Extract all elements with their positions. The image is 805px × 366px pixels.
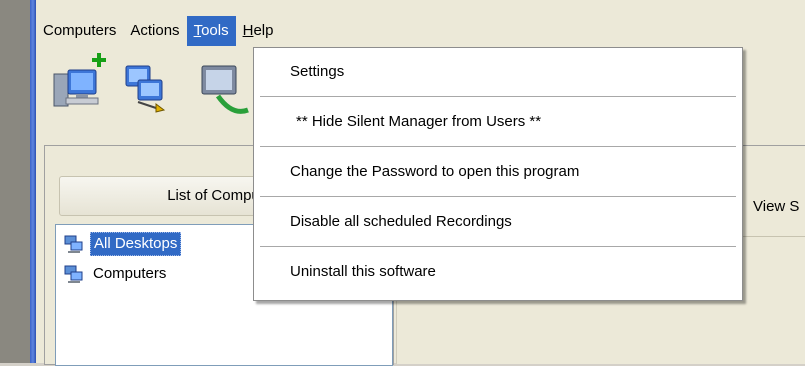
remote-computer-icon[interactable]: [188, 52, 252, 122]
computers-group-icon: [64, 265, 83, 283]
tools-dropdown-menu: Settings ** Hide Silent Manager from Use…: [253, 47, 743, 301]
menu-item-hide-silent-manager[interactable]: ** Hide Silent Manager from Users **: [254, 98, 742, 146]
network-computers-icon[interactable]: [118, 52, 182, 122]
menu-bar: Computers Actions Tools Help: [36, 16, 805, 46]
menu-actions[interactable]: Actions: [123, 16, 186, 46]
view-tab[interactable]: View S: [753, 198, 799, 215]
menu-help-accesskey: H: [242, 22, 254, 39]
menu-help[interactable]: Help: [236, 16, 281, 46]
computers-group-icon: [64, 235, 83, 253]
add-computer-icon[interactable]: [48, 52, 112, 122]
menu-tools-accesskey: T: [193, 22, 202, 39]
menu-item-uninstall[interactable]: Uninstall this software: [254, 248, 742, 296]
desktop-background-strip: [0, 0, 30, 363]
menu-help-label: elp: [253, 22, 274, 39]
tree-item-label: All Desktops: [90, 232, 182, 256]
tree-item-computers[interactable]: Computers: [64, 263, 169, 285]
tree-item-label: Computers: [93, 265, 167, 282]
menu-item-change-password[interactable]: Change the Password to open this program: [254, 148, 742, 196]
menu-computers[interactable]: Computers: [36, 16, 123, 46]
menu-item-disable-recordings[interactable]: Disable all scheduled Recordings: [254, 198, 742, 246]
menu-tools[interactable]: Tools: [186, 16, 236, 46]
menu-item-settings[interactable]: Settings: [254, 48, 742, 96]
tree-item-all-desktops[interactable]: All Desktops: [64, 232, 182, 256]
menu-tools-label: ools: [201, 22, 229, 39]
